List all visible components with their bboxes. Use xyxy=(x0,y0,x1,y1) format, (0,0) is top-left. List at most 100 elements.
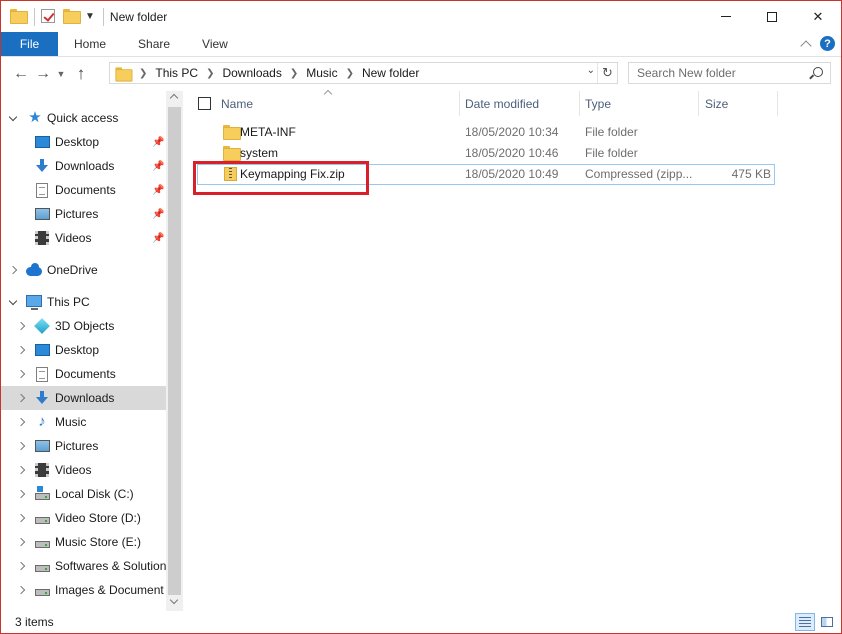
drive-icon xyxy=(34,582,50,598)
properties-check-icon[interactable] xyxy=(41,8,57,25)
back-button[interactable]: ← xyxy=(10,63,32,85)
expand-chevron-icon[interactable] xyxy=(16,465,26,475)
nav-pc-images-document[interactable]: Images & Document xyxy=(1,578,166,602)
close-button[interactable]: ✕ xyxy=(795,1,841,32)
pin-icon: 📌 xyxy=(152,160,165,172)
expand-chevron-icon[interactable] xyxy=(16,393,26,403)
nav-onedrive[interactable]: OneDrive xyxy=(1,258,166,282)
scroll-down-icon[interactable] xyxy=(169,595,179,605)
column-divider[interactable] xyxy=(698,91,699,116)
nav-pinned-downloads[interactable]: Downloads 📌 xyxy=(1,154,166,178)
search-box[interactable] xyxy=(628,62,831,84)
expand-chevron-icon[interactable] xyxy=(16,537,26,547)
expand-chevron-icon[interactable] xyxy=(16,561,26,571)
expand-chevron-icon[interactable] xyxy=(16,417,26,427)
nav-label: Local Disk (C:) xyxy=(55,487,134,501)
select-all-checkbox[interactable] xyxy=(198,97,211,110)
breadcrumb-music[interactable]: Music xyxy=(306,66,337,80)
nav-pc-desktop[interactable]: Desktop xyxy=(1,338,166,362)
help-icon[interactable]: ? xyxy=(820,36,835,51)
expand-chevron-icon[interactable] xyxy=(16,513,26,523)
breadcrumb-separator-icon[interactable]: ❯ xyxy=(346,68,354,79)
breadcrumb-separator-icon[interactable]: ❯ xyxy=(290,68,298,79)
nav-pc-video-store-d[interactable]: Video Store (D:) xyxy=(1,506,166,530)
nav-pinned-documents[interactable]: Documents 📌 xyxy=(1,178,166,202)
nav-this-pc[interactable]: This PC xyxy=(1,290,166,314)
recent-locations-button[interactable]: ▼ xyxy=(54,63,68,85)
tab-file[interactable]: File xyxy=(1,32,58,56)
expand-chevron-icon[interactable] xyxy=(8,265,18,275)
up-button[interactable]: ↑ xyxy=(70,63,92,85)
maximize-button[interactable] xyxy=(749,1,795,32)
large-icons-view-button[interactable] xyxy=(817,613,837,631)
forward-arrow-icon: → xyxy=(35,65,51,82)
nav-pc-local-disk-c[interactable]: Local Disk (C:) xyxy=(1,482,166,506)
expand-chevron-icon[interactable] xyxy=(16,345,26,355)
navigation-pane: ★ Quick access Desktop 📌 Downloads 📌 Doc… xyxy=(1,91,183,611)
breadcrumb-separator-icon: ❯ xyxy=(139,67,148,79)
column-header-type[interactable]: Type xyxy=(585,91,697,116)
column-label: Type xyxy=(585,96,612,111)
customize-toolbar-dropdown-icon[interactable]: ▼ xyxy=(85,11,95,22)
nav-pc-videos[interactable]: Videos xyxy=(1,458,166,482)
breadcrumb: ❯ This PC ❯ Downloads ❯ Music ❯ New fold… xyxy=(139,66,419,80)
nav-label: Desktop xyxy=(55,343,100,357)
search-input[interactable] xyxy=(629,66,804,80)
scroll-up-icon[interactable] xyxy=(169,93,179,103)
nav-pinned-desktop[interactable]: Desktop 📌 xyxy=(1,130,166,154)
expand-ribbon-icon[interactable] xyxy=(800,39,812,52)
nav-pc-documents[interactable]: Documents xyxy=(1,362,166,386)
details-view-button[interactable] xyxy=(795,613,815,631)
column-divider[interactable] xyxy=(777,91,778,116)
nav-pinned-videos[interactable]: Videos 📌 xyxy=(1,226,166,250)
nav-pc-3d-objects[interactable]: 3D Objects xyxy=(1,314,166,338)
close-icon: ✕ xyxy=(812,8,824,24)
tab-share[interactable]: Share xyxy=(122,32,186,56)
nav-pc-softwares-solution[interactable]: Softwares & Solution xyxy=(1,554,166,578)
nav-pc-music[interactable]: ♪ Music xyxy=(1,410,166,434)
expand-chevron-icon[interactable] xyxy=(16,369,26,379)
expand-chevron-icon[interactable] xyxy=(16,585,26,595)
expand-chevron-icon[interactable] xyxy=(16,321,26,331)
new-folder-icon[interactable] xyxy=(63,8,81,25)
toolbar-separator xyxy=(34,7,35,26)
nav-label: Music xyxy=(55,415,87,429)
tab-view[interactable]: View xyxy=(186,32,244,56)
column-header-size[interactable]: Size xyxy=(705,91,775,116)
nav-pc-music-store-e[interactable]: Music Store (E:) xyxy=(1,530,166,554)
collapse-chevron-icon[interactable] xyxy=(8,112,18,123)
local-disk-icon xyxy=(34,485,50,502)
address-bar[interactable]: ❯ This PC ❯ Downloads ❯ Music ❯ New fold… xyxy=(109,62,618,84)
3d-objects-icon xyxy=(34,318,50,334)
forward-button[interactable]: → xyxy=(32,63,54,85)
up-arrow-icon: ↑ xyxy=(76,64,86,83)
large-icons-view-icon xyxy=(821,617,833,627)
breadcrumb-new-folder[interactable]: New folder xyxy=(362,66,419,80)
column-divider[interactable] xyxy=(459,91,460,116)
column-header-date[interactable]: Date modified xyxy=(465,91,579,116)
nav-quick-access[interactable]: ★ Quick access xyxy=(1,106,166,130)
drive-icon xyxy=(34,558,50,574)
refresh-icon: ↻ xyxy=(602,65,613,80)
videos-icon xyxy=(34,462,50,478)
column-divider[interactable] xyxy=(579,91,580,116)
scrollbar-thumb[interactable] xyxy=(168,107,181,595)
minimize-button[interactable] xyxy=(703,1,749,32)
refresh-button[interactable]: ↻ xyxy=(597,63,617,83)
address-dropdown-icon[interactable]: ⌄ xyxy=(587,65,595,76)
expand-chevron-icon[interactable] xyxy=(16,441,26,451)
nav-label: Pictures xyxy=(55,439,99,453)
tab-home[interactable]: Home xyxy=(58,32,122,56)
breadcrumb-separator-icon[interactable]: ❯ xyxy=(206,68,214,79)
column-header-name[interactable]: Name xyxy=(221,91,457,116)
navigation-scrollbar[interactable] xyxy=(166,91,183,611)
nav-pinned-pictures[interactable]: Pictures 📌 xyxy=(1,202,166,226)
breadcrumb-downloads[interactable]: Downloads xyxy=(222,66,281,80)
breadcrumb-this-pc[interactable]: This PC xyxy=(155,66,198,80)
search-icon[interactable] xyxy=(813,67,823,77)
collapse-chevron-icon[interactable] xyxy=(8,296,18,307)
file-row[interactable]: META-INF 18/05/2020 10:34 File folder xyxy=(197,122,775,143)
nav-pc-pictures[interactable]: Pictures xyxy=(1,434,166,458)
expand-chevron-icon[interactable] xyxy=(16,489,26,499)
nav-pc-downloads[interactable]: Downloads xyxy=(1,386,166,410)
